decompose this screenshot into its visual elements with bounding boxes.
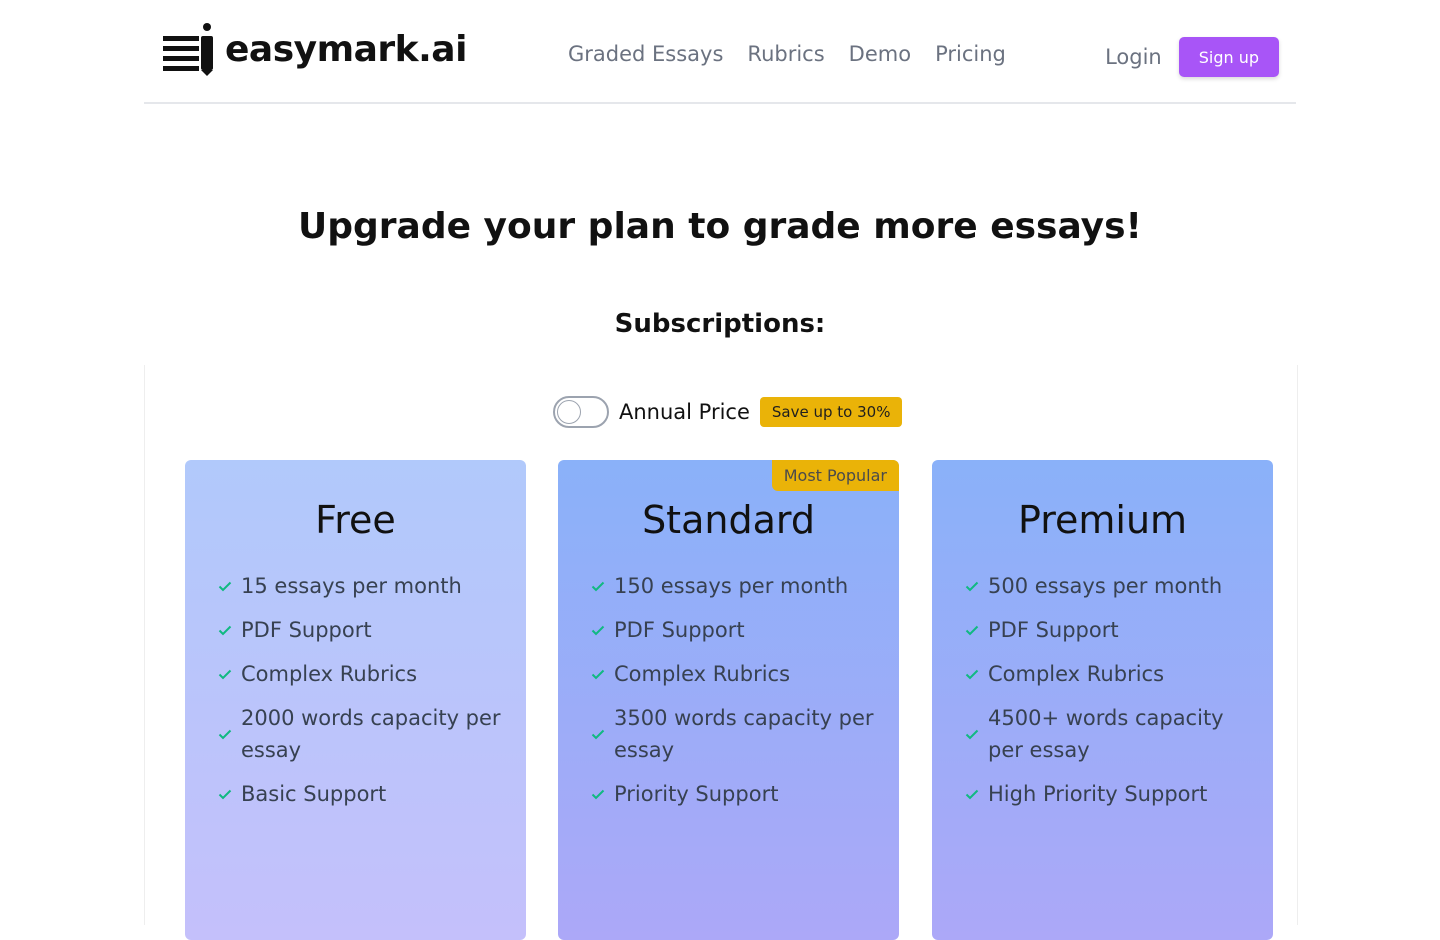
nav-demo[interactable]: Demo	[849, 42, 911, 66]
pricing-panel: Annual Price Save up to 30% Free 15 essa…	[144, 365, 1298, 940]
main-nav: Graded Essays Rubrics Demo Pricing	[568, 42, 1006, 66]
feature-item: PDF Support	[964, 614, 1254, 646]
signup-button[interactable]: Sign up	[1178, 37, 1279, 77]
feature-item: PDF Support	[217, 614, 507, 646]
check-icon	[218, 669, 232, 680]
feature-item: 150 essays per month	[590, 570, 880, 602]
check-icon	[591, 625, 605, 636]
subscriptions-heading: Subscriptions:	[614, 309, 826, 339]
plan-card-premium: Premium 500 essays per month PDF Support…	[932, 460, 1273, 940]
feature-item: Priority Support	[590, 778, 880, 810]
nav-graded-essays[interactable]: Graded Essays	[568, 42, 723, 66]
feature-item: 500 essays per month	[964, 570, 1254, 602]
feature-item: Basic Support	[217, 778, 507, 810]
feature-item: Complex Rubrics	[217, 658, 507, 690]
check-icon	[591, 789, 605, 800]
brand-name: easymark.ai	[225, 28, 467, 70]
feature-item: Complex Rubrics	[964, 658, 1254, 690]
plan-card-standard: Most Popular Standard 150 essays per mon…	[558, 460, 899, 940]
logo-icon	[163, 23, 213, 76]
annual-price-toggle[interactable]	[553, 396, 609, 428]
plan-title: Standard	[642, 498, 815, 542]
annual-price-label: Annual Price	[619, 400, 750, 424]
check-icon	[965, 669, 979, 680]
check-icon	[218, 789, 232, 800]
check-icon	[965, 625, 979, 636]
page-title: Upgrade your plan to grade more essays!	[298, 206, 1142, 247]
plan-card-free: Free 15 essays per month PDF Support Com…	[185, 460, 526, 940]
auth-actions: Login Sign up	[1105, 37, 1279, 77]
feature-item: PDF Support	[590, 614, 880, 646]
save-badge: Save up to 30%	[759, 397, 903, 427]
feature-item: High Priority Support	[964, 778, 1254, 810]
nav-rubrics[interactable]: Rubrics	[747, 42, 824, 66]
feature-item: 15 essays per month	[217, 570, 507, 602]
billing-toggle-row: Annual Price Save up to 30%	[553, 396, 903, 428]
check-icon	[965, 729, 979, 740]
feature-list: 150 essays per month PDF Support Complex…	[590, 570, 880, 822]
feature-item: 4500+ words capacity per essay	[964, 702, 1254, 766]
check-icon	[218, 625, 232, 636]
feature-list: 15 essays per month PDF Support Complex …	[217, 570, 507, 822]
check-icon	[591, 581, 605, 592]
plan-title: Free	[315, 498, 396, 542]
brand-logo[interactable]: easymark.ai	[163, 22, 467, 76]
check-icon	[965, 581, 979, 592]
plan-title: Premium	[1017, 498, 1188, 542]
feature-item: 2000 words capacity per essay	[217, 702, 507, 766]
check-icon	[965, 789, 979, 800]
most-popular-badge: Most Popular	[771, 460, 899, 491]
login-link[interactable]: Login	[1105, 45, 1162, 69]
check-icon	[591, 669, 605, 680]
check-icon	[218, 729, 232, 740]
check-icon	[591, 729, 605, 740]
check-icon	[218, 581, 232, 592]
nav-pricing[interactable]: Pricing	[935, 42, 1006, 66]
feature-list: 500 essays per month PDF Support Complex…	[964, 570, 1254, 822]
toggle-knob	[557, 400, 581, 424]
feature-item: 3500 words capacity per essay	[590, 702, 880, 766]
feature-item: Complex Rubrics	[590, 658, 880, 690]
site-header: easymark.ai Graded Essays Rubrics Demo P…	[144, 0, 1296, 104]
